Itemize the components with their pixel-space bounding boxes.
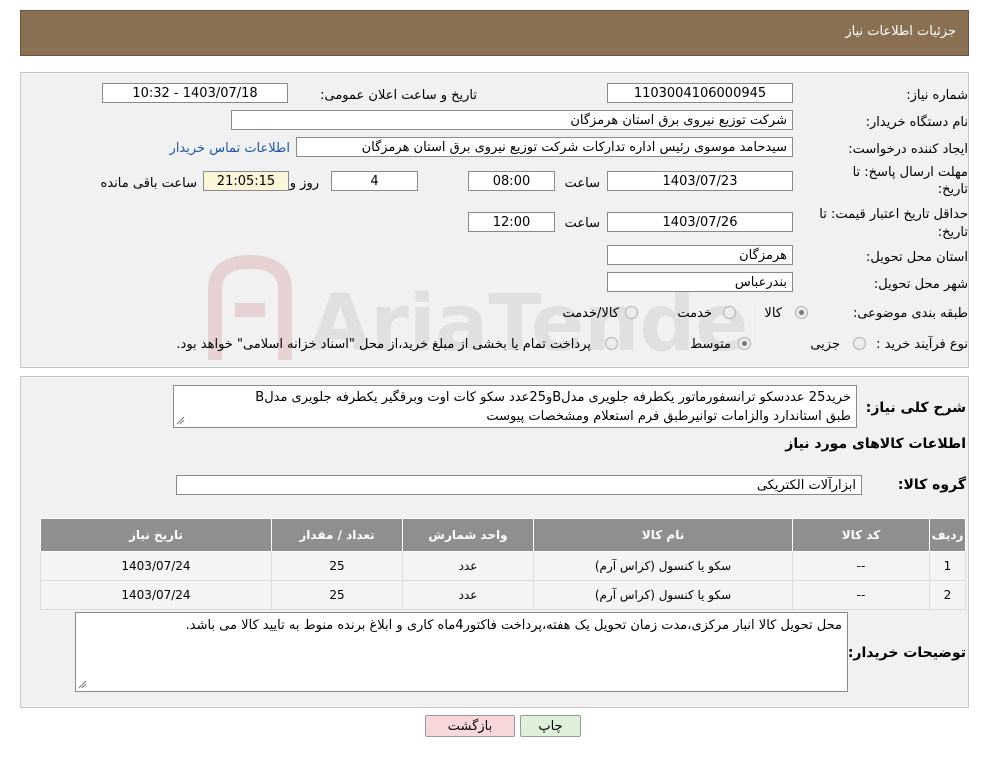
announce-label: تاریخ و ساعت اعلان عمومی:	[320, 88, 477, 103]
resize-grip-icon[interactable]	[78, 680, 87, 689]
buyer-notes-textarea[interactable]: محل تحویل کالا انبار مرکزی،مدت زمان تحوی…	[75, 612, 848, 692]
row-index: 1	[929, 551, 966, 581]
page-title: جزئیات اطلاعات نیاز	[845, 24, 956, 39]
buyer-contact-link[interactable]: اطلاعات تماس خریدار	[170, 141, 290, 156]
summary-text-line1: خرید25 عددسکو ترانسفورماتور یکطرفه جلویر…	[255, 390, 851, 405]
validity-time-field: 12:00	[468, 212, 555, 232]
goods-table-header: ردیف کد کالا نام کالا واحد شمارش تعداد /…	[40, 518, 966, 552]
validity-date-field: 1403/07/26	[607, 212, 793, 232]
goods-table: ردیف کد کالا نام کالا واحد شمارش تعداد /…	[40, 518, 966, 610]
col-unit: واحد شمارش	[402, 518, 534, 552]
deadline-days-field: 4	[331, 171, 418, 191]
deadline-time-label: ساعت	[564, 176, 600, 191]
row-unit: عدد	[402, 580, 534, 610]
deadline-label-2: تاریخ:	[937, 182, 968, 197]
deadline-date-field: 1403/07/23	[607, 171, 793, 191]
resize-grip-icon[interactable]	[176, 416, 185, 425]
buyer-field: شرکت توزیع نیروی برق استان هرمزگان	[231, 110, 793, 130]
goods-section-title: اطلاعات کالاهای مورد نیاز	[785, 436, 966, 452]
row-unit: عدد	[402, 551, 534, 581]
province-label: استان محل تحویل:	[866, 250, 968, 265]
col-date: تاریخ نیاز	[40, 518, 272, 552]
creator-field: سیدحامد موسوی رئیس اداره تدارکات شرکت تو…	[296, 137, 793, 157]
table-row: 1 -- سکو یا کنسول (کراس آرم) عدد 25 1403…	[40, 551, 966, 581]
row-name: سکو یا کنسول (کراس آرم)	[533, 580, 793, 610]
row-code: --	[792, 551, 930, 581]
validity-label-2: تاریخ:	[937, 225, 968, 240]
remaining-time-label: ساعت باقی مانده	[100, 176, 197, 191]
row-code: --	[792, 580, 930, 610]
back-button[interactable]: بازگشت	[425, 715, 515, 737]
validity-time-label: ساعت	[564, 216, 600, 231]
summary-text-line2: طبق استاندارد والزامات توانیرطبق فرم است…	[486, 409, 851, 424]
print-button[interactable]: چاپ	[520, 715, 581, 737]
process-radio-minor[interactable]	[853, 337, 866, 350]
process-option-minor: جزیی	[810, 337, 840, 352]
goods-group-label: گروه کالا:	[897, 477, 966, 493]
deadline-time-field: 08:00	[468, 171, 555, 191]
deadline-days-label: روز و	[289, 176, 319, 191]
watermark-logo: AriaTender.neT	[208, 254, 755, 369]
table-row: 2 -- سکو یا کنسول (کراس آرم) عدد 25 1403…	[40, 580, 966, 610]
category-option-goods-service: کالا/خدمت	[562, 306, 619, 321]
buyer-notes-label: توضیحات خریدار:	[847, 645, 966, 661]
city-field: بندرعباس	[607, 272, 793, 292]
row-date: 1403/07/24	[40, 551, 272, 581]
row-name: سکو یا کنسول (کراس آرم)	[533, 551, 793, 581]
validity-label-1: حداقل تاریخ اعتبار قیمت: تا	[819, 207, 968, 222]
need-number-field: 1103004106000945	[607, 83, 793, 103]
category-label: طبقه بندی موضوعی:	[852, 306, 968, 321]
category-option-service: خدمت	[677, 306, 712, 321]
remaining-time-field: 21:05:15	[203, 171, 289, 191]
announce-field: 1403/07/18 - 10:32	[102, 83, 288, 103]
row-date: 1403/07/24	[40, 580, 272, 610]
province-field: هرمزگان	[607, 245, 793, 265]
col-code: کد کالا	[792, 518, 930, 552]
process-radio-medium[interactable]	[738, 337, 751, 350]
creator-label: ایجاد کننده درخواست:	[848, 142, 968, 157]
category-option-goods: کالا	[764, 306, 782, 321]
need-number-label: شماره نیاز:	[906, 88, 968, 103]
deadline-label-1: مهلت ارسال پاسخ: تا	[852, 165, 968, 180]
process-radio-treasury[interactable]	[605, 337, 618, 350]
buyer-notes-text: محل تحویل کالا انبار مرکزی،مدت زمان تحوی…	[185, 618, 842, 633]
category-radio-goods[interactable]	[795, 306, 808, 319]
col-name: نام کالا	[533, 518, 793, 552]
summary-textarea[interactable]: خرید25 عددسکو ترانسفورماتور یکطرفه جلویر…	[173, 385, 857, 428]
goods-group-field: ابزارآلات الکتریکی	[176, 475, 862, 495]
page-header: جزئیات اطلاعات نیاز	[20, 10, 969, 56]
process-label: نوع فرآیند خرید :	[876, 337, 968, 352]
row-index: 2	[929, 580, 966, 610]
watermark-text: AriaTender.neT	[310, 279, 755, 369]
category-radio-service[interactable]	[723, 306, 736, 319]
city-label: شهر محل تحویل:	[873, 277, 968, 292]
summary-label: شرح کلی نیاز:	[865, 400, 966, 416]
category-radio-goods-service[interactable]	[625, 306, 638, 319]
col-index: ردیف	[929, 518, 966, 552]
process-option-medium: متوسط	[690, 337, 731, 352]
row-qty: 25	[271, 551, 403, 581]
col-qty: تعداد / مقدار	[271, 518, 403, 552]
buyer-label: نام دستگاه خریدار:	[865, 115, 968, 130]
row-qty: 25	[271, 580, 403, 610]
process-treasury-note: پرداخت تمام یا بخشی از مبلغ خرید،از محل …	[176, 337, 591, 352]
